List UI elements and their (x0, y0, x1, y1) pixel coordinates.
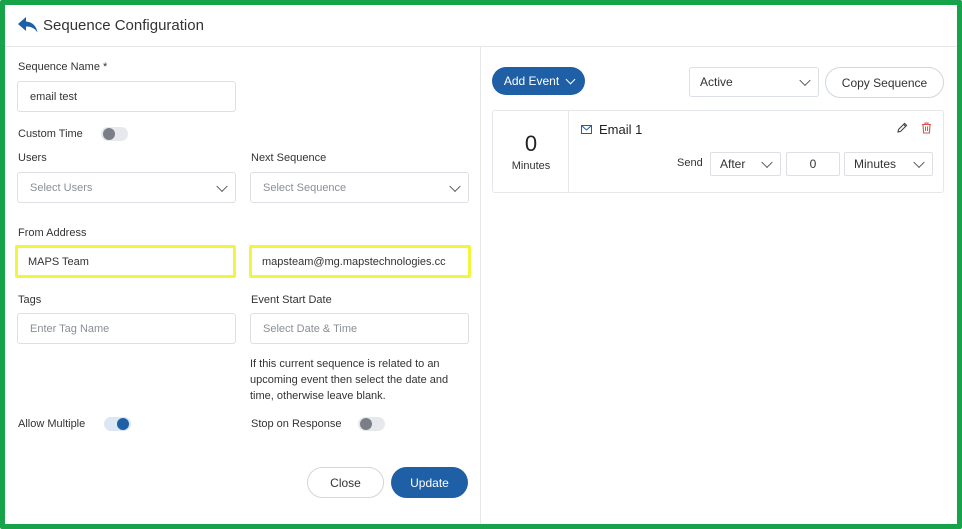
custom-time-toggle[interactable] (101, 127, 128, 141)
from-address-label: From Address (18, 227, 87, 239)
event-start-date-label: Event Start Date (251, 294, 332, 306)
status-select[interactable]: Active (689, 67, 819, 97)
chevron-down-icon (799, 74, 811, 87)
chevron-down-icon (449, 180, 461, 192)
send-unit-value: Minutes (854, 157, 897, 171)
custom-time-label: Custom Time (18, 128, 83, 140)
next-sequence-label: Next Sequence (251, 152, 327, 164)
trash-icon[interactable] (921, 122, 932, 134)
toggle-knob (103, 128, 115, 140)
event-start-date-input[interactable]: Select Date & Time (250, 313, 469, 344)
allow-multiple-toggle[interactable] (104, 417, 131, 431)
status-value: Active (700, 75, 733, 89)
users-select[interactable]: Select Users (17, 172, 236, 203)
allow-multiple-label: Allow Multiple (18, 418, 86, 430)
chevron-down-icon (913, 156, 925, 169)
event-name[interactable]: Email 1 (599, 122, 642, 137)
event-delay-box: 0 Minutes (493, 111, 569, 192)
send-unit-select[interactable]: Minutes (844, 152, 933, 176)
chevron-down-icon (761, 156, 773, 169)
chevron-down-icon (216, 180, 228, 192)
tags-label: Tags (18, 294, 42, 306)
event-card[interactable]: 0 Minutes Email 1 Send After 0 Minutes (492, 110, 944, 193)
add-event-label: Add Event (503, 74, 560, 88)
event-delay-value: 0 (524, 131, 538, 156)
tags-input[interactable]: Enter Tag Name (17, 313, 236, 344)
from-email-input[interactable]: mapsteam@mg.mapstechnologies.cc (249, 245, 471, 278)
update-button[interactable]: Update (391, 467, 468, 498)
toggle-knob (360, 418, 372, 430)
add-event-button[interactable]: Add Event (492, 67, 585, 95)
from-name-input[interactable]: MAPS Team (15, 245, 236, 278)
chevron-down-icon (565, 74, 576, 85)
sequence-name-input[interactable]: email test (17, 81, 236, 112)
dialog-header: Sequence Configuration (5, 5, 957, 47)
panel-divider (480, 47, 481, 524)
send-amount-input[interactable]: 0 (786, 152, 840, 176)
page-title: Sequence Configuration (43, 17, 204, 34)
send-label: Send (677, 157, 703, 169)
event-date-help-text: If this current sequence is related to a… (250, 358, 449, 402)
sequence-name-label: Sequence Name * (18, 61, 108, 73)
back-arrow-icon[interactable] (17, 16, 39, 34)
stop-on-response-toggle[interactable] (358, 417, 385, 431)
pencil-icon[interactable] (896, 122, 908, 134)
toggle-knob (117, 418, 129, 430)
next-sequence-select[interactable]: Select Sequence (250, 172, 469, 203)
mail-icon (581, 125, 592, 134)
send-timing-value: After (720, 157, 746, 171)
copy-sequence-button[interactable]: Copy Sequence (825, 67, 944, 98)
next-sequence-placeholder: Select Sequence (263, 181, 347, 194)
users-select-placeholder: Select Users (30, 181, 93, 194)
event-delay-unit: Minutes (511, 160, 551, 172)
send-timing-select[interactable]: After (710, 152, 781, 176)
close-button[interactable]: Close (307, 467, 384, 498)
users-label: Users (18, 152, 47, 164)
stop-on-response-label: Stop on Response (251, 418, 342, 430)
